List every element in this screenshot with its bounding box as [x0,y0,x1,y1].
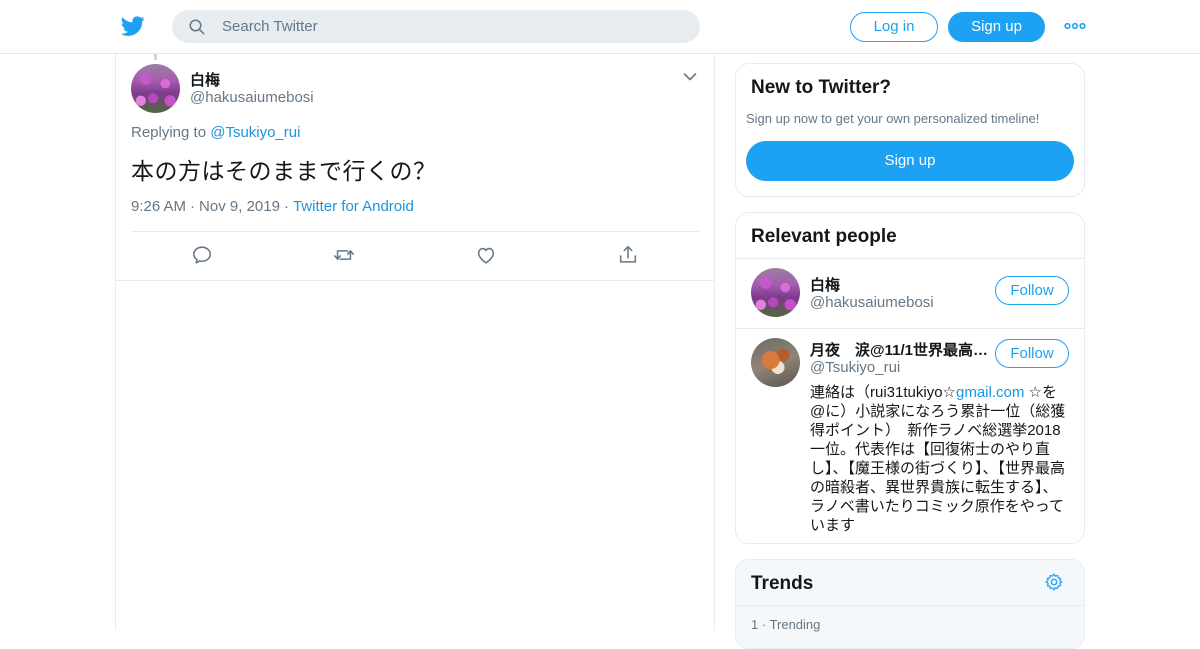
person-item[interactable]: 白梅 @hakusaiumebosi Follow [736,259,1084,329]
divider [736,605,1084,606]
bio-text: 連絡は（rui31tukiyo☆ [810,384,956,401]
retweet-icon[interactable] [333,244,355,266]
signup-button[interactable]: Sign up [948,12,1045,42]
person-handle[interactable]: @hakusaiumebosi [810,294,934,311]
tweet-text: 本の方はそのままで行くの？ [131,158,437,184]
trends-card: Trends 1 · Trending [735,559,1085,649]
more-dots-icon[interactable] [1064,19,1086,33]
person-bio: 連絡は（rui31tukiyo☆gmail.com ☆を@に）小説家になろう累計… [810,383,1072,535]
replying-to-link[interactable]: @Tsukiyo_rui [210,124,300,141]
search-input[interactable] [222,10,682,43]
card-title: Relevant people [751,226,897,247]
person-handle[interactable]: @Tsukiyo_rui [810,359,900,376]
follow-button[interactable]: Follow [995,339,1069,368]
divider [131,231,699,232]
tweet-time[interactable]: 9:26 AM [131,198,186,215]
avatar[interactable] [131,64,180,113]
person-name[interactable]: 白梅 [810,274,840,295]
tweet-date[interactable]: Nov 9, 2019 [199,198,280,215]
follow-button[interactable]: Follow [995,276,1069,305]
card-title: Trends [751,573,814,594]
tweet[interactable]: 白梅 @hakusaiumebosi Replying to @Tsukiyo_… [115,54,715,281]
search-icon [189,19,205,35]
gear-icon[interactable] [1044,572,1064,592]
top-bar: Log in Sign up [0,0,1200,54]
share-icon[interactable] [617,244,639,266]
new-to-twitter-card: New to Twitter? Sign up now to get your … [735,63,1085,197]
login-button[interactable]: Log in [850,12,938,42]
bio-link[interactable]: gmail.com [956,384,1024,401]
tweet-source[interactable]: Twitter for Android [293,198,414,215]
tweet-author-handle[interactable]: @hakusaiumebosi [190,89,314,106]
avatar[interactable] [751,268,800,317]
chevron-down-icon[interactable] [683,72,697,82]
person-item[interactable]: 月夜 涙@11/1世界最高の暗殺者、異世界貴族に転生する @Tsukiyo_ru… [736,329,1084,543]
tweet-author-name[interactable]: 白梅 [190,69,220,90]
bio-text: ☆を@に）小説家になろう累計一位（総獲得ポイント） 新作ラノベ総選挙2018一位… [810,384,1066,534]
twitter-bird-icon[interactable] [120,14,146,38]
avatar[interactable] [751,338,800,387]
relevant-people-card: Relevant people 白梅 @hakusaiumebosi Follo… [735,212,1085,544]
meta-separator: · [283,198,289,215]
card-title: New to Twitter? [751,77,892,98]
replying-to: Replying to @Tsukiyo_rui [131,124,300,141]
card-subtitle: Sign up now to get your own personalized… [746,111,1040,126]
reply-icon[interactable] [191,244,213,266]
like-icon[interactable] [475,244,497,266]
person-name[interactable]: 月夜 涙@11/1世界最高の暗殺者、異世界貴族に転生する [810,339,990,360]
search-bar[interactable] [172,10,700,43]
meta-separator: · [190,198,196,215]
tweet-meta: 9:26 AM · Nov 9, 2019 · Twitter for Android [131,198,414,215]
replying-prefix: Replying to [131,124,207,141]
sidebar-signup-button[interactable]: Sign up [746,141,1074,181]
